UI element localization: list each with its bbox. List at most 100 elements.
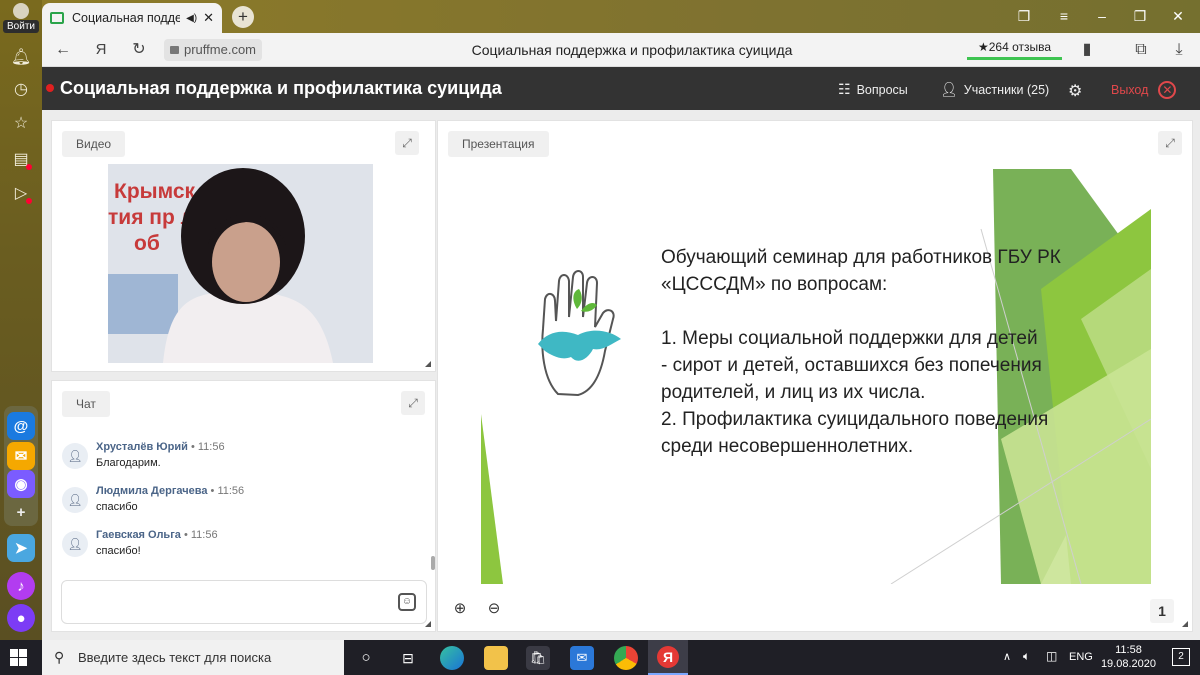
video-tab: Видео <box>62 131 126 157</box>
chat-input[interactable]: ☺ <box>61 580 427 624</box>
person-icon: 👤︎ <box>940 81 958 97</box>
bookmark-icon[interactable]: ▮ <box>1076 39 1098 61</box>
rating-badge[interactable]: ★264 отзыва <box>967 38 1062 60</box>
tabs-overview-icon[interactable]: ❐ <box>1012 5 1036 27</box>
collections-icon[interactable]: ▤ <box>6 144 36 174</box>
mail-icon[interactable]: ✉ <box>570 646 594 670</box>
video-stream: Крымск нтр тия пр льного об <box>108 164 373 363</box>
emoji-icon[interactable]: ☺ <box>398 593 416 611</box>
back-icon[interactable]: ← <box>52 39 74 61</box>
speaker-video-image: Крымск нтр тия пр льного об <box>108 164 373 363</box>
windows-taskbar: ⚲ Введите здесь текст для поиска ○ ⊟ 🛍︎ … <box>0 640 1200 675</box>
participants-button[interactable]: 👤︎ Участники (25) <box>940 81 1049 98</box>
message-text: Благодарим. <box>96 457 161 469</box>
chrome-icon[interactable] <box>614 646 638 670</box>
slide-line: 2. Профилактика суицидального поведения <box>661 409 1049 430</box>
slide-line: - сирот и детей, оставшихся без попечени… <box>661 355 1042 376</box>
zoom-out-icon[interactable]: ⊖ <box>482 597 506 621</box>
bell-icon[interactable]: 🔔︎ <box>6 42 36 72</box>
login-label: Войти <box>3 20 39 33</box>
music-app-icon[interactable]: ♪ <box>7 572 35 600</box>
close-window-icon[interactable]: ✕ <box>1166 5 1190 27</box>
edge-browser-icon[interactable] <box>440 646 464 670</box>
new-tab-button[interactable]: + <box>232 6 254 28</box>
yandex-logo-icon[interactable]: Я <box>90 39 112 61</box>
slide-line: 1. Меры социальной поддержки для детей <box>661 328 1038 349</box>
resize-handle[interactable] <box>1182 621 1188 627</box>
send-app-icon[interactable]: ➤ <box>7 534 35 562</box>
history-icon[interactable]: ◷ <box>6 74 36 104</box>
zoom-in-icon[interactable]: ⊕ <box>448 597 472 621</box>
clock-date: 19.08.2020 <box>1100 658 1156 670</box>
chat-tab: Чат <box>62 391 110 417</box>
slide-line: родителей, и лиц из их числа. <box>661 382 926 403</box>
language-indicator[interactable]: ENG <box>1069 651 1093 663</box>
mail-at-icon[interactable]: @ <box>7 412 35 440</box>
taskbar-clock[interactable]: 11:58 19.08.2020 <box>1101 643 1156 671</box>
exit-label: Выход <box>1111 83 1149 97</box>
recording-indicator-icon <box>46 84 54 92</box>
browser-sidebar: Войти 🔔︎ ◷ ☆ ▤ ▷ @ ✉ ◉ + ➤ ♪ ● <box>0 0 42 640</box>
cortana-icon[interactable]: ○ <box>354 646 378 670</box>
message-time: • 11:56 <box>190 441 225 453</box>
browser-tab[interactable]: Социальная поддер ◀︎) ✕ <box>42 3 222 33</box>
participants-label: Участники (25) <box>963 82 1050 97</box>
expand-presentation-icon[interactable]: ⤢ <box>1158 131 1182 155</box>
resize-handle[interactable] <box>425 361 431 367</box>
resize-handle[interactable] <box>425 621 431 627</box>
expand-chat-icon[interactable]: ⤢ <box>401 391 425 415</box>
restore-icon[interactable]: ❐ <box>1128 5 1152 27</box>
message-text: спасибо! <box>96 545 141 557</box>
store-icon[interactable]: 🛍︎ <box>526 646 550 670</box>
exit-close-icon: ✕ <box>1158 81 1177 99</box>
close-tab-icon[interactable]: ✕ <box>203 10 214 26</box>
search-placeholder: Введите здесь текст для поиска <box>78 650 272 665</box>
url-field[interactable]: pruffme.com <box>164 39 263 61</box>
notifications-icon[interactable]: 2 <box>1172 648 1190 666</box>
tray-chevron-icon[interactable]: ∧ <box>1003 650 1011 663</box>
reload-icon[interactable]: ↻ <box>128 39 150 61</box>
speaker-icon[interactable]: ◀︎) <box>186 13 197 24</box>
login-button[interactable]: Войти <box>3 3 39 35</box>
slide-line: «ЦСССДМ» по вопросам: <box>661 274 888 295</box>
slide-text: Обучающий семинар для работников ГБУ РК … <box>661 244 1111 460</box>
menu-icon[interactable]: ≡ <box>1052 5 1076 27</box>
message-author: Людмила Дергачева • 11:56 <box>96 485 245 497</box>
exit-button[interactable]: Выход ✕ <box>1111 81 1177 99</box>
page-number: 1 <box>1150 599 1174 623</box>
messenger-icon[interactable]: ◉ <box>7 470 35 498</box>
file-explorer-icon[interactable] <box>484 646 508 670</box>
tab-title: Социальная поддер <box>72 11 181 25</box>
extension-icon[interactable]: ⧉ <box>1130 39 1152 61</box>
network-icon[interactable]: ◫ <box>1046 649 1057 663</box>
address-bar: ← Я ↻ pruffme.com Социальная поддержка и… <box>42 33 1200 67</box>
presentation-tab: Презентация <box>448 131 549 157</box>
user-icon: 👤︎ <box>62 443 88 469</box>
tab-favicon-icon <box>50 12 64 24</box>
taskbar-search[interactable]: ⚲ Введите здесь текст для поиска <box>42 640 344 675</box>
questions-label: Вопросы <box>856 82 908 97</box>
download-icon[interactable]: ⤓ <box>1168 39 1190 61</box>
volume-icon[interactable]: 🔈︎ <box>1023 649 1030 664</box>
slide-line: среди несовершеннолетних. <box>661 436 914 457</box>
video-play-icon[interactable]: ▷ <box>6 178 36 208</box>
chat-scrollbar[interactable] <box>431 556 435 570</box>
alice-assistant-icon[interactable]: ● <box>7 604 35 632</box>
star-icon[interactable]: ☆ <box>6 108 36 138</box>
settings-gear-icon[interactable]: ⚙ <box>1068 81 1082 101</box>
minimize-icon[interactable]: – <box>1090 5 1114 27</box>
add-app-icon[interactable]: + <box>7 498 35 526</box>
windows-start-icon[interactable] <box>10 649 27 666</box>
search-icon: ⚲ <box>54 649 65 665</box>
questions-button[interactable]: ☷ Вопросы <box>838 81 908 98</box>
center-logo-hand-icon <box>538 270 621 397</box>
presentation-panel: Презентация ⤢ Обучающий семинар для рабо… <box>437 120 1193 632</box>
message-time: • 11:56 <box>183 529 218 541</box>
yandex-browser-taskbar-button[interactable]: Я <box>648 640 688 675</box>
expand-video-icon[interactable]: ⤢ <box>395 131 419 155</box>
message-author: Гаевская Ольга • 11:56 <box>96 529 218 541</box>
envelope-icon[interactable]: ✉ <box>7 442 35 470</box>
presentation-slide: Обучающий семинар для работников ГБУ РК … <box>481 169 1151 584</box>
yandex-browser-icon: Я <box>657 646 679 668</box>
task-view-icon[interactable]: ⊟ <box>396 646 420 670</box>
